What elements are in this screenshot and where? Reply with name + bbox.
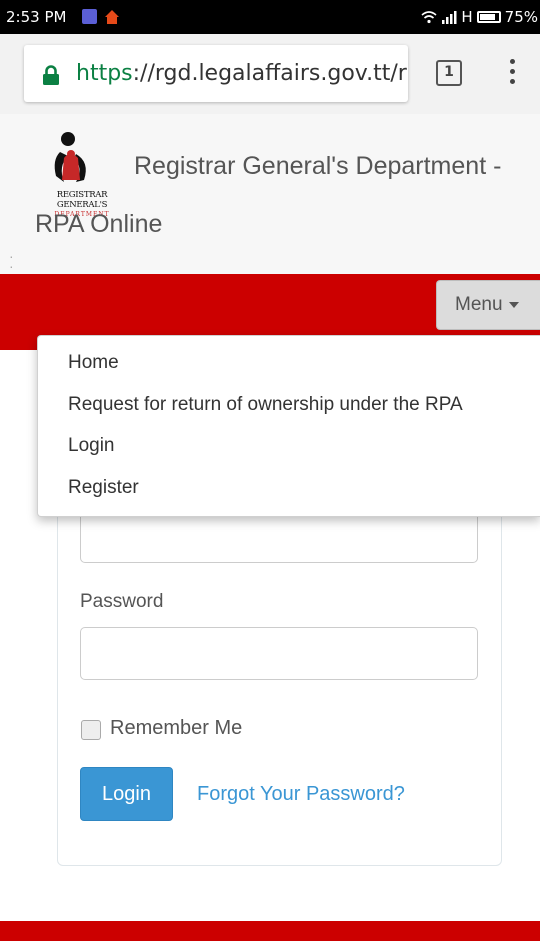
battery-icon	[476, 11, 501, 23]
menu-item-login[interactable]: Login	[68, 435, 115, 457]
home-notification-icon	[105, 10, 119, 24]
site-title[interactable]: Registrar General's Department -	[134, 152, 501, 181]
menu-item-home[interactable]: Home	[68, 352, 119, 374]
status-bar: 2:53 PM H 75%	[0, 0, 540, 34]
site-subtitle[interactable]: RPA Online	[35, 210, 162, 239]
site-header: REGISTRAR GENERAL'S DEPARTMENT Registrar…	[0, 114, 540, 274]
remember-me-label[interactable]: Remember Me	[110, 717, 242, 740]
logo-text: REGISTRAR GENERAL'S	[56, 190, 108, 210]
caret-down-icon	[508, 301, 519, 308]
url-host: ://rgd.legalaffairs.gov.tt/r	[132, 61, 407, 86]
menu-label: Menu	[455, 294, 503, 315]
logo-figure-icon	[54, 132, 86, 182]
battery-percent: 75%	[504, 8, 538, 26]
address-bar[interactable]: https://rgd.legalaffairs.gov.tt/r	[24, 45, 408, 102]
url-scheme: https	[76, 61, 133, 86]
password-label: Password	[80, 591, 164, 612]
status-indicators: H 75%	[421, 8, 538, 26]
network-type: H	[461, 8, 473, 26]
wifi-icon	[421, 11, 437, 24]
more-options-icon[interactable]	[505, 59, 519, 89]
status-time: 2:53 PM	[6, 8, 67, 26]
footer-bar	[0, 921, 540, 941]
remember-me-checkbox[interactable]	[81, 720, 101, 740]
login-button[interactable]: Login	[80, 767, 173, 821]
forgot-password-link[interactable]: Forgot Your Password?	[197, 783, 405, 806]
browser-toolbar: https://rgd.legalaffairs.gov.tt/r 1	[0, 34, 540, 114]
menu-button[interactable]: Menu	[436, 280, 540, 330]
side-dots: · ·	[9, 248, 14, 274]
cell-signal-icon	[442, 11, 457, 24]
menu-item-request-return[interactable]: Request for return of ownership under th…	[68, 394, 463, 416]
lock-icon	[43, 65, 59, 85]
dropdown-menu: Home Request for return of ownership und…	[37, 335, 540, 517]
notification-app-icon	[82, 9, 97, 24]
menu-item-register[interactable]: Register	[68, 477, 139, 499]
rgd-logo: REGISTRAR GENERAL'S DEPARTMENT	[38, 130, 126, 218]
url-text: https://rgd.legalaffairs.gov.tt/r	[76, 61, 407, 86]
password-field[interactable]	[80, 627, 478, 680]
tab-switcher-button[interactable]: 1	[436, 60, 462, 86]
